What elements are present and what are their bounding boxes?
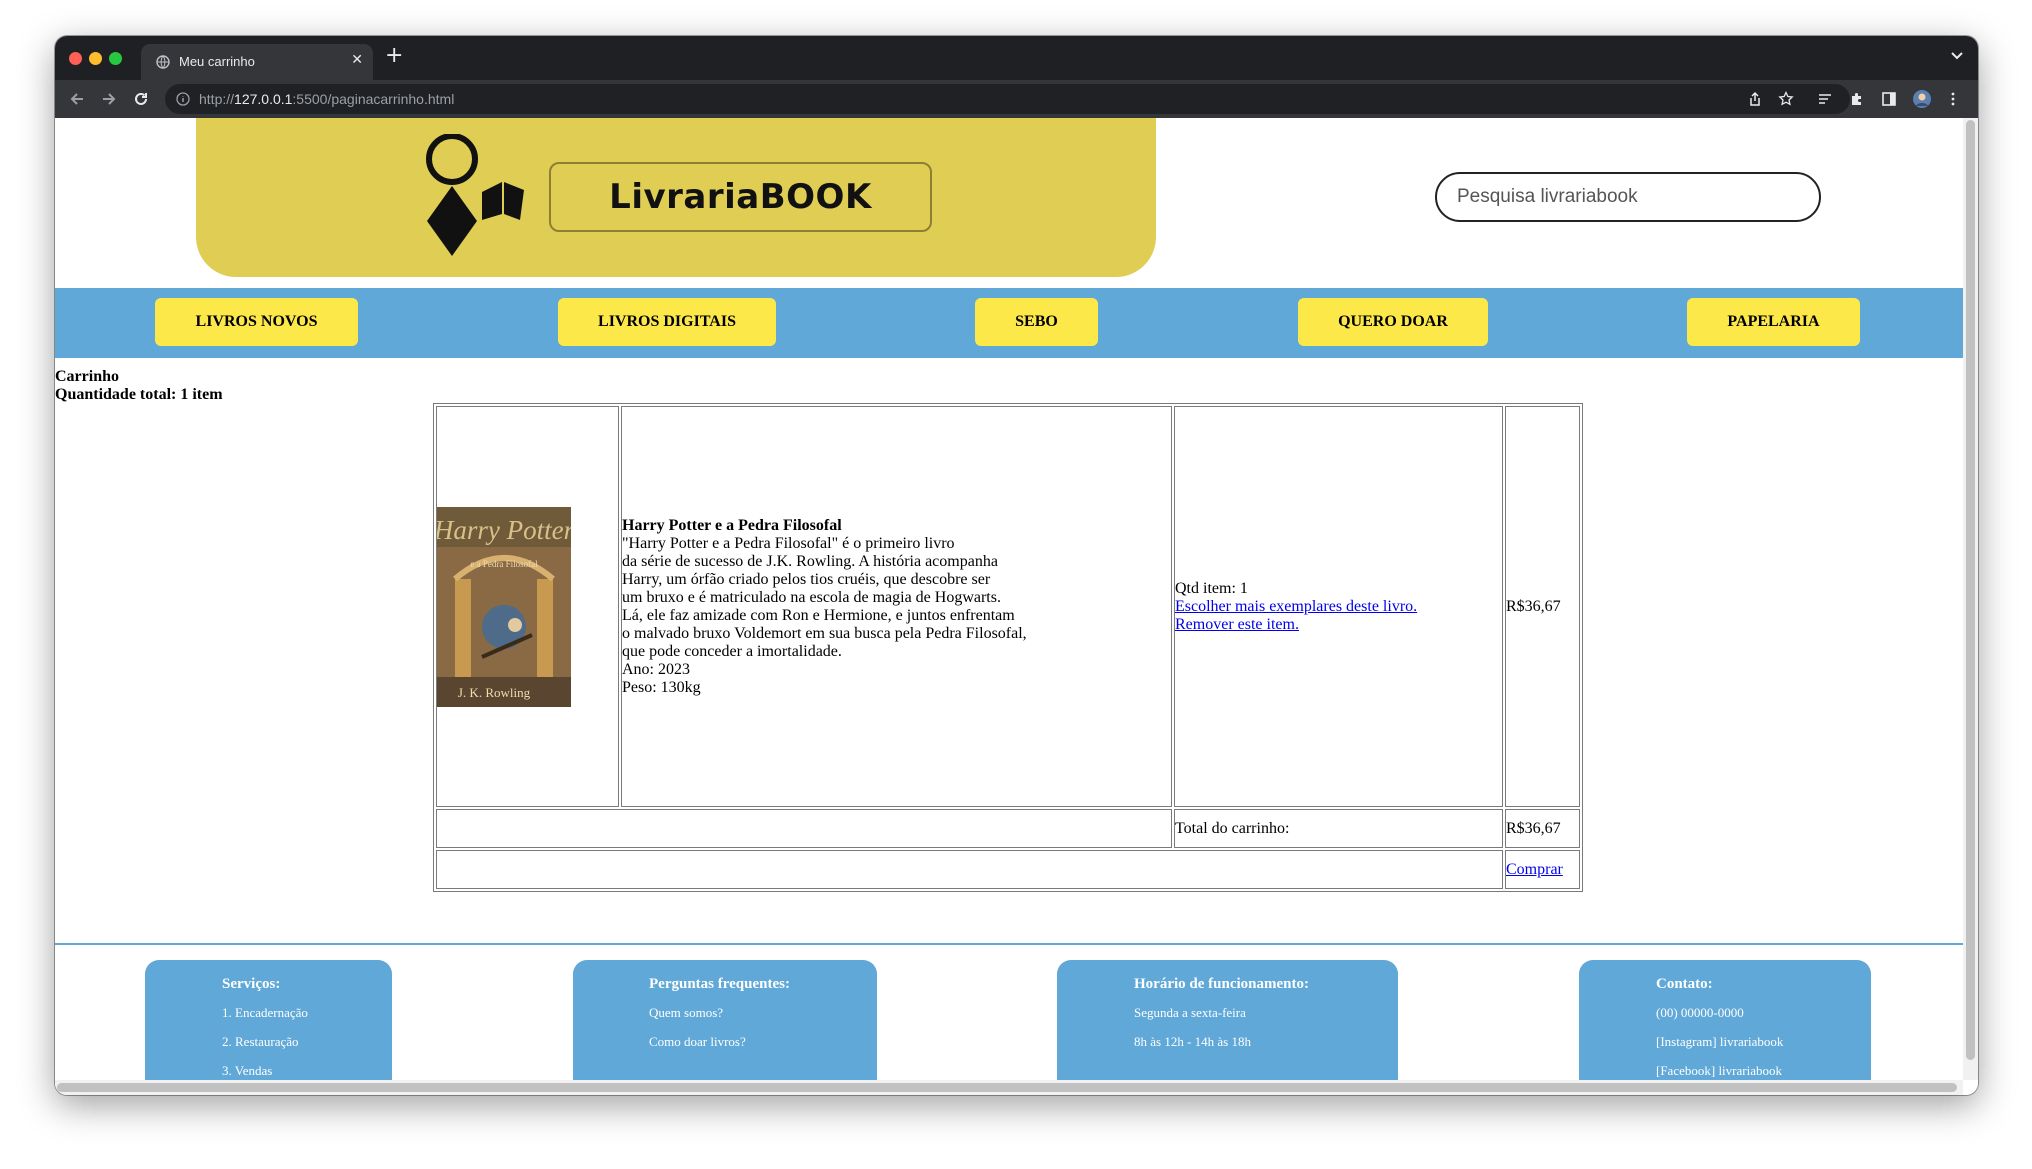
browser-window: Meu carrinho ✕ + http://127.0.0.1:5500/p… (55, 36, 1978, 1095)
vertical-scrollbar-thumb[interactable] (1966, 120, 1975, 1060)
empty-cell (436, 809, 1172, 848)
nav-sebo-button[interactable]: SEBO (975, 298, 1098, 346)
footer-faq-title: Perguntas frequentes: (649, 976, 790, 992)
logo-wordmark[interactable]: LivrariaBOOK (549, 162, 932, 232)
cart-title: Carrinho (55, 368, 119, 385)
cart-total-value: R$36,67 (1505, 809, 1580, 848)
profile-avatar-icon[interactable] (1912, 89, 1932, 109)
kebab-menu-icon[interactable] (1945, 91, 1961, 107)
side-panel-icon[interactable] (1881, 91, 1897, 107)
back-arrow-icon[interactable] (67, 89, 87, 109)
book-description: "Harry Potter e a Pedra Filosofal" é o p… (622, 535, 1171, 661)
new-tab-button[interactable]: + (385, 45, 403, 67)
url-text: http://127.0.0.1:5500/paginacarrinho.htm… (199, 91, 455, 107)
description-line: Lá, ele faz amizade com Ron e Hermione, … (622, 606, 1015, 624)
book-cover-image[interactable]: Harry Potter e a Pedra Filosofal J. K. R… (437, 506, 571, 707)
nav-quero-doar-button[interactable]: QUERO DOAR (1298, 298, 1488, 346)
footer-services-item: 1. Encadernação (222, 1005, 308, 1020)
footer-services-title: Serviços: (222, 976, 281, 992)
horizontal-scrollbar[interactable] (55, 1080, 1963, 1095)
chevron-down-icon[interactable] (1950, 48, 1964, 62)
close-window-button[interactable] (69, 52, 82, 65)
book-weight: Peso: 130kg (622, 678, 701, 696)
nav-papelaria-button[interactable]: PAPELARIA (1687, 298, 1860, 346)
empty-cell (436, 850, 1503, 889)
description-line: um bruxo e é matriculado na escola de ma… (622, 588, 1001, 606)
info-icon[interactable] (176, 92, 190, 106)
item-quantity: Qtd item: 1 (1175, 579, 1248, 597)
footer-contact-card: Contato: (00) 00000-0000 [Instagram] liv… (1579, 960, 1871, 1095)
description-line: "Harry Potter e a Pedra Filosofal" é o p… (622, 534, 955, 552)
footer-hours-title: Horário de funcionamento: (1134, 976, 1309, 992)
close-tab-icon[interactable]: ✕ (351, 52, 363, 68)
footer-contact-phone: (00) 00000-0000 (1656, 1005, 1744, 1020)
site-banner: LivrariaBOOK (196, 118, 1156, 277)
description-line: da série de sucesso de J.K. Rowling. A h… (622, 552, 998, 570)
reading-list-icon[interactable] (1817, 91, 1833, 107)
browser-toolbar: http://127.0.0.1:5500/paginacarrinho.htm… (55, 80, 1978, 118)
tab-title: Meu carrinho (179, 54, 255, 69)
browser-tab[interactable]: Meu carrinho ✕ (141, 44, 373, 80)
footer-hours-item: 8h às 12h - 14h às 18h (1134, 1034, 1251, 1049)
cart-buy-row: Comprar (436, 850, 1580, 889)
cart-total-quantity: Quantidade total: 1 item (55, 386, 223, 403)
cover-subtitle-text: e a Pedra Filosofal (470, 559, 538, 569)
footer-faq-link[interactable]: Como doar livros? (649, 1034, 746, 1050)
logo-icon (426, 134, 524, 256)
footer-divider (55, 943, 1963, 945)
footer-contact-facebook[interactable]: [Facebook] livrariabook (1656, 1063, 1782, 1079)
item-price: R$36,67 (1505, 406, 1580, 807)
footer-services-card: Serviços: 1. Encadernação 2. Restauração… (145, 960, 392, 1095)
footer-faq-link[interactable]: Quem somos? (649, 1005, 723, 1021)
address-bar[interactable]: http://127.0.0.1:5500/paginacarrinho.htm… (165, 84, 1850, 114)
footer-hours-card: Horário de funcionamento: Segunda a sext… (1057, 960, 1398, 1095)
cart-total-label: Total do carrinho: (1174, 809, 1503, 848)
cover-cell: Harry Potter e a Pedra Filosofal J. K. R… (436, 406, 619, 807)
reload-icon[interactable] (131, 89, 151, 109)
book-title: Harry Potter e a Pedra Filosofal (622, 516, 842, 534)
forward-arrow-icon[interactable] (99, 89, 119, 109)
nav-livros-digitais-button[interactable]: LIVROS DIGITAIS (558, 298, 776, 346)
logo-text: LivrariaBOOK (609, 177, 872, 217)
footer-contact-instagram[interactable]: [Instagram] livrariabook (1656, 1034, 1783, 1050)
remove-item-link[interactable]: Remover este item. (1175, 616, 1299, 633)
main-nav: LIVROS NOVOS LIVROS DIGITAIS SEBO QUERO … (55, 288, 1963, 358)
description-cell: Harry Potter e a Pedra Filosofal "Harry … (621, 406, 1172, 807)
globe-icon (156, 55, 170, 69)
vertical-scrollbar[interactable] (1963, 118, 1978, 1080)
choose-more-copies-link[interactable]: Escolher mais exemplares deste livro. (1175, 598, 1417, 615)
buy-link[interactable]: Comprar (1506, 861, 1563, 878)
footer-contact-title: Contato: (1656, 976, 1713, 992)
cart-header: Carrinho Quantidade total: 1 item (55, 368, 223, 404)
horizontal-scrollbar-thumb[interactable] (57, 1083, 1957, 1092)
quantity-cell: Qtd item: 1 Escolher mais exemplares des… (1174, 406, 1503, 807)
description-line: que pode conceder a imortalidade. (622, 642, 842, 660)
description-line: o malvado bruxo Voldemort em sua busca p… (622, 624, 1027, 642)
cart-item-row: Harry Potter e a Pedra Filosofal J. K. R… (436, 406, 1580, 807)
extensions-puzzle-icon[interactable] (1849, 91, 1865, 107)
buy-cell: Comprar (1505, 850, 1580, 889)
search-input[interactable] (1435, 172, 1821, 222)
cover-title-text: Harry Potter (437, 515, 571, 545)
description-line: Harry, um órfão criado pelos tios cruéis… (622, 570, 991, 588)
footer-faq-card: Perguntas frequentes: Quem somos? Como d… (573, 960, 877, 1095)
footer-services-item: 2. Restauração (222, 1034, 299, 1049)
cart-table: Harry Potter e a Pedra Filosofal J. K. R… (433, 403, 1583, 892)
minimize-window-button[interactable] (89, 52, 102, 65)
maximize-window-button[interactable] (109, 52, 122, 65)
bookmark-star-icon[interactable] (1778, 91, 1794, 107)
footer-hours-item: Segunda a sexta-feira (1134, 1005, 1246, 1020)
cover-author-text: J. K. Rowling (458, 685, 531, 700)
cart-total-row: Total do carrinho: R$36,67 (436, 809, 1580, 848)
page-viewport: LivrariaBOOK LIVROS NOVOS LIVROS DIGITAI… (55, 118, 1978, 1095)
footer-services-item: 3. Vendas (222, 1063, 273, 1078)
nav-livros-novos-button[interactable]: LIVROS NOVOS (155, 298, 358, 346)
tab-strip: Meu carrinho ✕ + (55, 36, 1978, 80)
book-year: Ano: 2023 (622, 660, 690, 678)
share-icon[interactable] (1747, 91, 1763, 107)
